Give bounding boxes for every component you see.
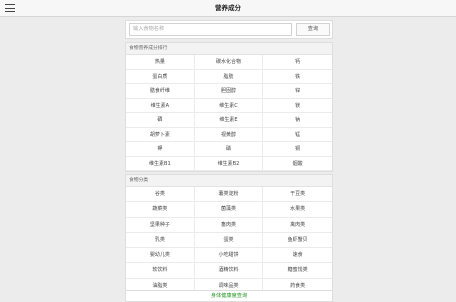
category-item[interactable]: 小吃甜饼 — [194, 248, 264, 264]
top-bar: 营养成分 — [0, 0, 456, 17]
search-bar: 输入食物名称 查询 — [125, 20, 333, 39]
food-category-section: 食物分类 谷类 薯类淀粉 干豆类蔬菜类 菌藻类 水果类坚果种子 畜肉类 禽肉类乳类 蛋类 鱼虾蟹… — [125, 174, 333, 296]
nutrient-grid: 热量 碳水化合物钙蛋白质 脂肪铁膳食纤维 胆固醇锌维生素A 维生素C 镁硒维生素E 钠胡萝卜… — [126, 55, 332, 171]
nutrient-item[interactable]: 蛋白质 — [126, 69, 195, 84]
nutrient-item[interactable]: 维生素B2 — [194, 156, 264, 171]
category-item[interactable]: 坚果种子 — [126, 217, 195, 233]
category-item[interactable]: 菌藻类 — [194, 202, 264, 218]
nutrient-item[interactable]: 镁 — [263, 99, 332, 113]
nutrient-item[interactable]: 脂肪 — [194, 69, 264, 84]
category-item[interactable]: 蛋类 — [194, 232, 264, 249]
nutrient-item[interactable]: 锰 — [263, 128, 332, 142]
nutrient-item[interactable]: 胡萝卜素 — [126, 127, 195, 142]
nutrient-item[interactable]: 碳水化合物 — [194, 55, 264, 70]
nutrient-item[interactable]: 维生素B1 — [126, 156, 195, 171]
nutrient-item[interactable]: 钙 — [263, 55, 332, 70]
category-item[interactable]: 禽肉类 — [263, 218, 332, 233]
nutrient-item[interactable]: 膳食纤维 — [126, 84, 195, 99]
category-item[interactable]: 干豆类 — [263, 187, 332, 203]
health-query-link[interactable]: 身体健康度查询 — [125, 290, 333, 302]
nutrient-item[interactable]: 磷 — [194, 142, 264, 157]
category-item[interactable]: 鱼虾蟹贝 — [263, 233, 332, 249]
category-item[interactable]: 软饮料 — [126, 263, 195, 279]
category-item[interactable]: 水果类 — [263, 202, 332, 218]
search-button[interactable]: 查询 — [296, 23, 330, 36]
nutrient-item[interactable]: 烟酸 — [263, 157, 332, 171]
nutrient-item[interactable]: 胆固醇 — [194, 84, 264, 99]
nutrient-item[interactable]: 钠 — [263, 113, 332, 128]
section-title: 食物营养成分排行 — [126, 43, 332, 55]
nutrient-ranking-section: 食物营养成分排行 热量 碳水化合物钙蛋白质 脂肪铁膳食纤维 胆固醇锌维生素A 维生素C 镁… — [125, 42, 333, 172]
nutrient-item[interactable]: 铜 — [263, 142, 332, 157]
nutrient-item[interactable]: 硒 — [126, 113, 195, 128]
nutrient-item[interactable]: 视黄醇 — [194, 127, 264, 142]
category-item[interactable]: 酒精饮料 — [194, 263, 264, 279]
category-item[interactable]: 乳类 — [126, 232, 195, 249]
category-item[interactable]: 畜肉类 — [194, 217, 264, 233]
category-item[interactable]: 蔬菜类 — [126, 202, 195, 218]
nutrient-item[interactable]: 维生素C — [194, 98, 264, 113]
category-grid: 谷类 薯类淀粉 干豆类蔬菜类 菌藻类 水果类坚果种子 畜肉类 禽肉类乳类 蛋类 鱼虾蟹贝婴幼儿类… — [126, 187, 332, 295]
nutrient-item[interactable]: 热量 — [126, 55, 195, 70]
nutrient-item[interactable]: 锌 — [263, 84, 332, 99]
category-item[interactable]: 薯类淀粉 — [194, 187, 264, 203]
category-item[interactable]: 糖蜜饯类 — [263, 263, 332, 279]
nutrient-item[interactable]: 钾 — [126, 142, 195, 157]
page-title: 营养成分 — [215, 4, 241, 12]
nutrient-item[interactable]: 维生素A — [126, 98, 195, 113]
category-item[interactable]: 谷类 — [126, 187, 195, 203]
nutrient-item[interactable]: 维生素E — [194, 113, 264, 128]
category-item[interactable]: 速食 — [263, 248, 332, 264]
section-title: 食物分类 — [126, 175, 332, 187]
search-input[interactable]: 输入食物名称 — [129, 23, 292, 36]
nutrient-item[interactable]: 铁 — [263, 70, 332, 84]
category-item[interactable]: 婴幼儿类 — [126, 248, 195, 264]
